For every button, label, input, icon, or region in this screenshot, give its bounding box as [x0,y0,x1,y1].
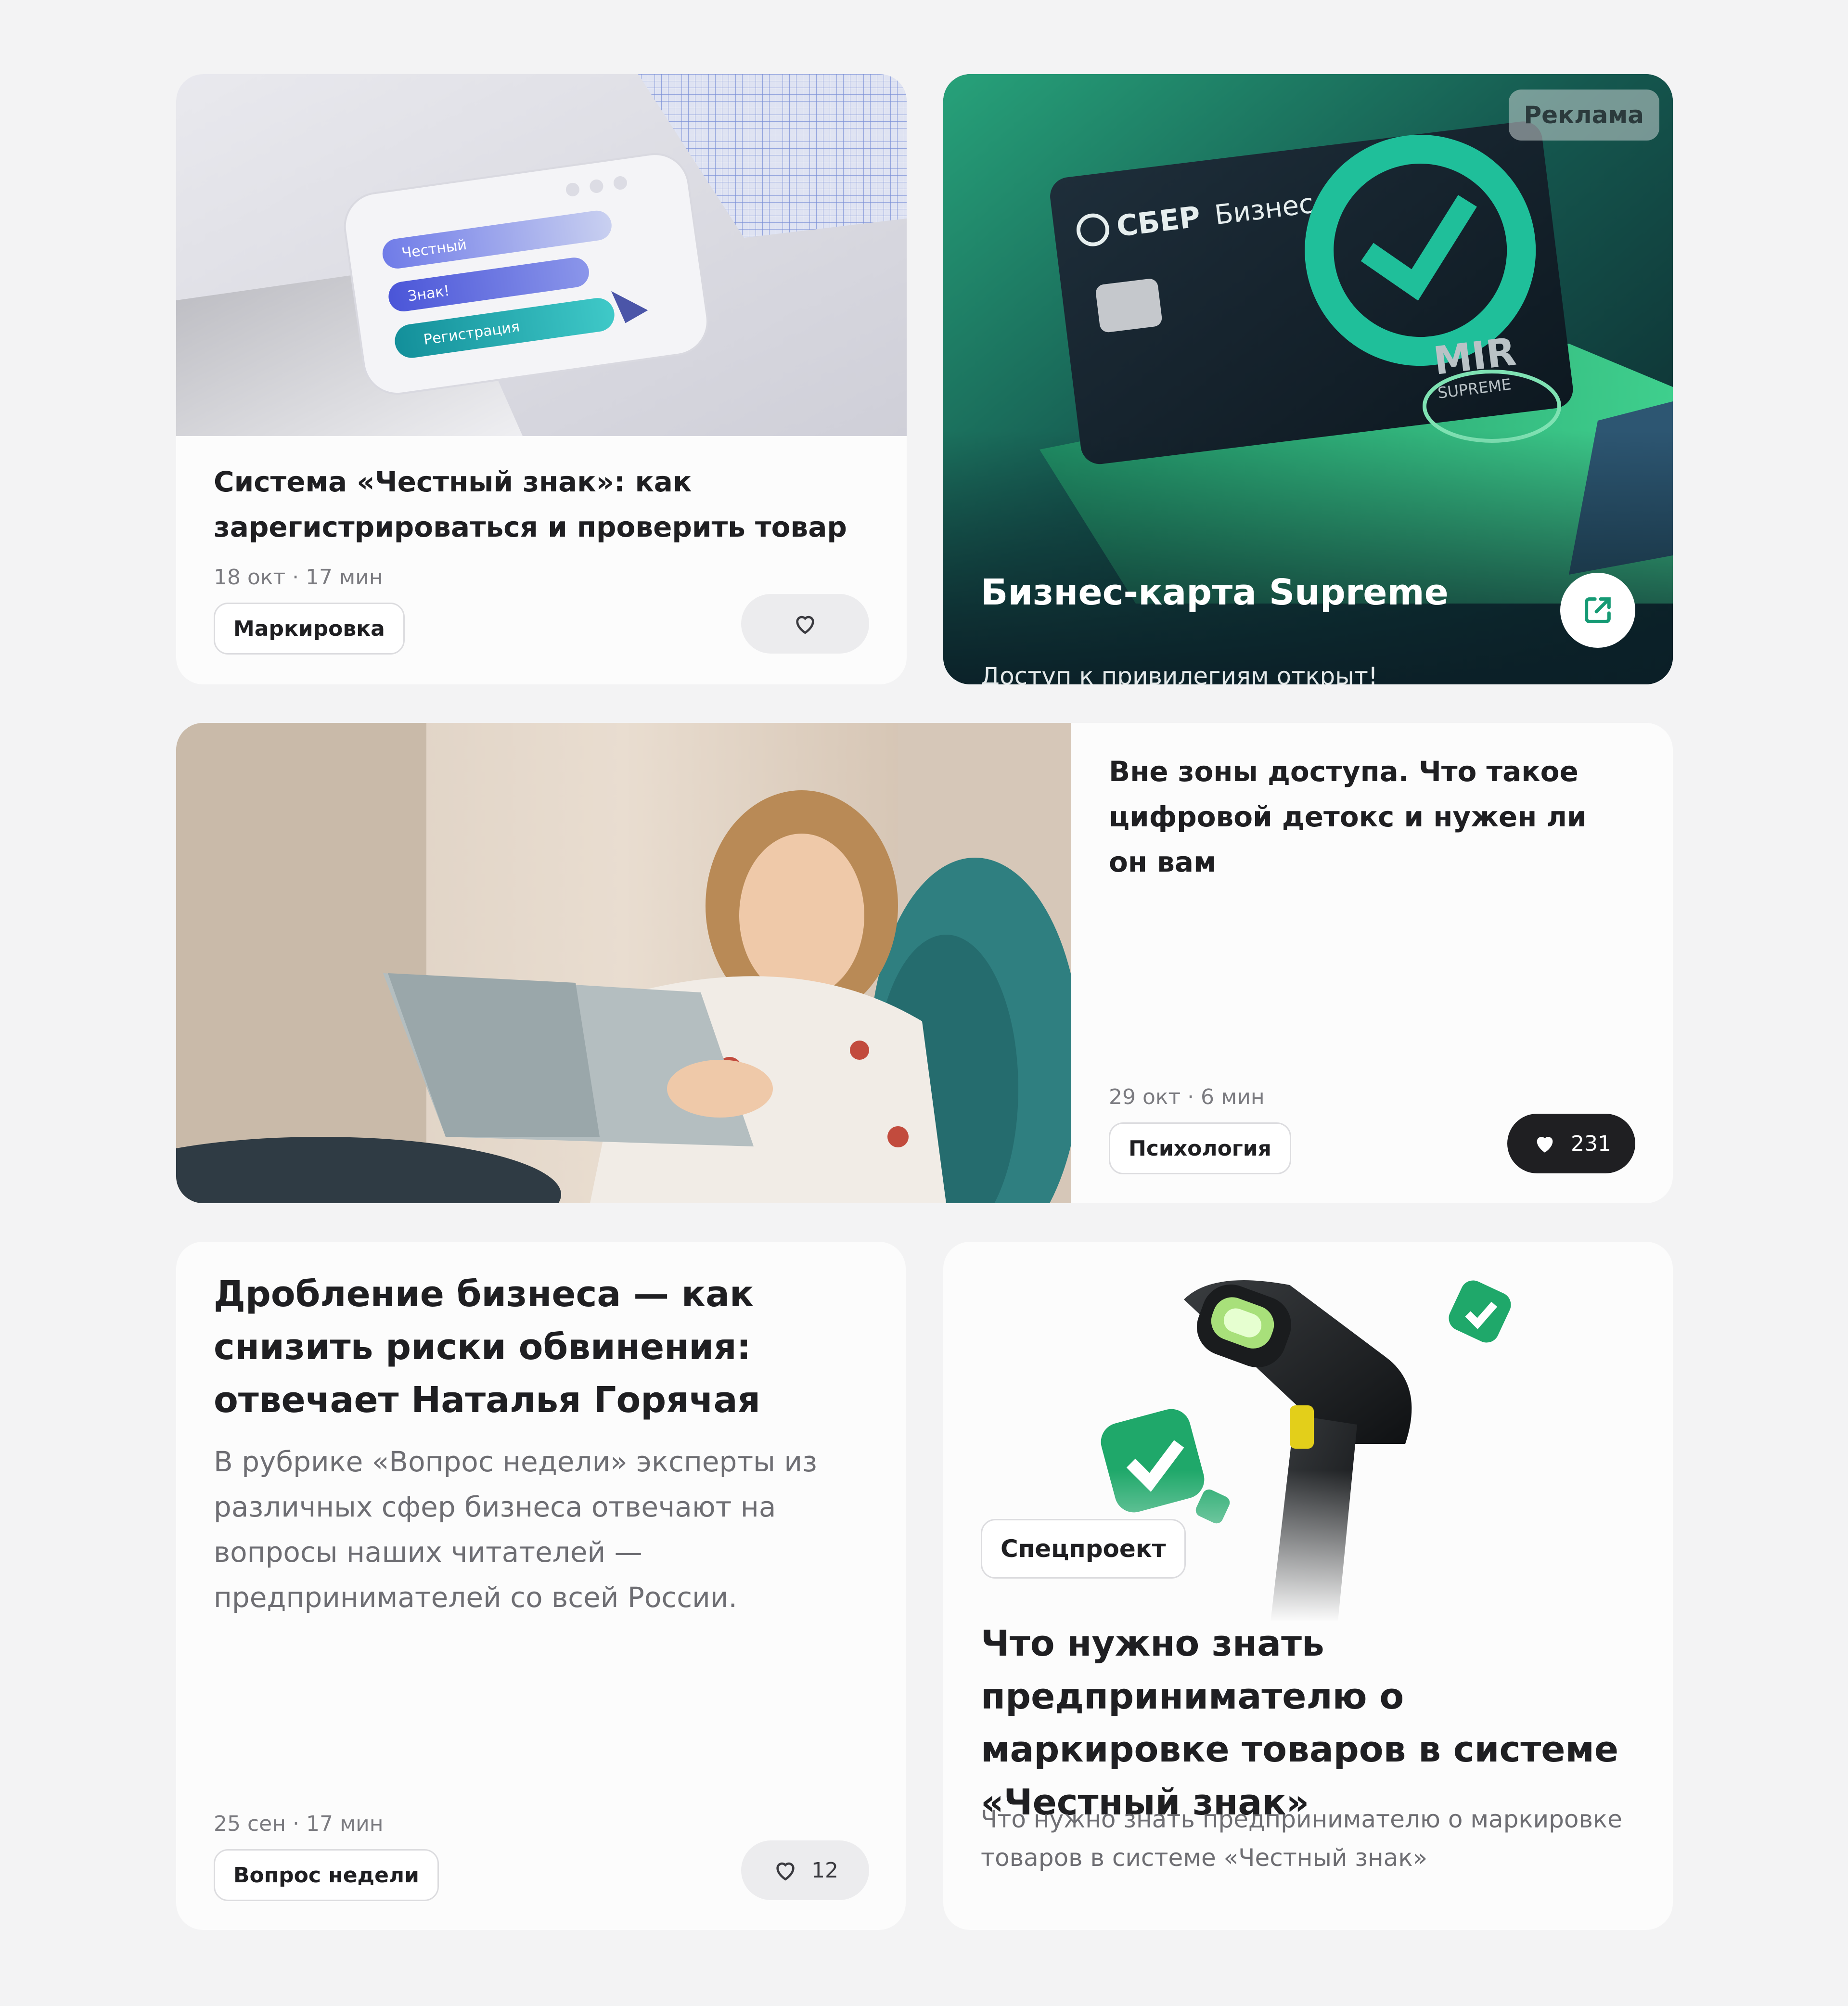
heart-filled-icon [1537,1137,1553,1153]
heart-outline-icon [776,1862,795,1881]
article-meta: 18 окт · 17 мин [214,565,383,590]
special-project-description: Что нужно знать предпринимателю о маркир… [981,1805,1622,1872]
like-button[interactable] [741,594,869,654]
article-card-business-split[interactable]: Дробление бизнеса — как снизить риски об… [176,1242,906,1930]
ad-title[interactable]: Бизнес-карта Supreme [981,572,1449,613]
ad-subtitle: Доступ к привилегиям открыт! [981,662,1378,684]
article-title[interactable]: Система «Честный знак»: как зарегистриро… [214,459,859,550]
article-meta: 25 сен · 17 мин [214,1812,384,1836]
like-count: 12 [811,1858,838,1883]
special-project-card[interactable]: Спецпроект Что нужно знать предпринимате… [943,1242,1673,1930]
article-card-chestny-znak[interactable]: Честный Знак! Регистрация Система «Честн… [176,74,907,684]
like-button[interactable]: 12 [741,1840,869,1900]
ad-badge: Реклама [1508,90,1659,141]
article-image-woman-reading [176,723,1071,1203]
like-count: 231 [1571,1131,1611,1156]
article-description: В рубрике «Вопрос недели» эксперты из ра… [214,1445,817,1614]
heart-outline-icon [796,616,814,634]
tag-markirovka[interactable]: Маркировка [214,603,405,655]
tag-special-project[interactable]: Спецпроект [981,1519,1186,1579]
ad-card-business-supreme[interactable]: СБЕР Бизнес MIR SUPREME Реклама Бизнес-к… [943,74,1673,684]
special-project-title[interactable]: Что нужно знать предпринимателю о маркир… [981,1617,1655,1829]
article-title[interactable]: Дробление бизнеса — как снизить риски об… [214,1268,878,1427]
article-card-digital-detox[interactable]: Вне зоны доступа. Что такое цифровой дет… [176,723,1673,1203]
article-meta: 29 окт · 6 мин [1109,1085,1265,1109]
article-title[interactable]: Вне зоны доступа. Что такое цифровой дет… [1109,749,1609,885]
like-button-active[interactable]: 231 [1507,1114,1635,1173]
article-image-registration: Честный Знак! Регистрация [176,74,907,436]
external-link-button[interactable] [1560,573,1635,648]
tag-question-of-week[interactable]: Вопрос недели [214,1849,439,1901]
tag-psychology[interactable]: Психология [1109,1122,1291,1174]
external-link-icon [1585,597,1611,623]
